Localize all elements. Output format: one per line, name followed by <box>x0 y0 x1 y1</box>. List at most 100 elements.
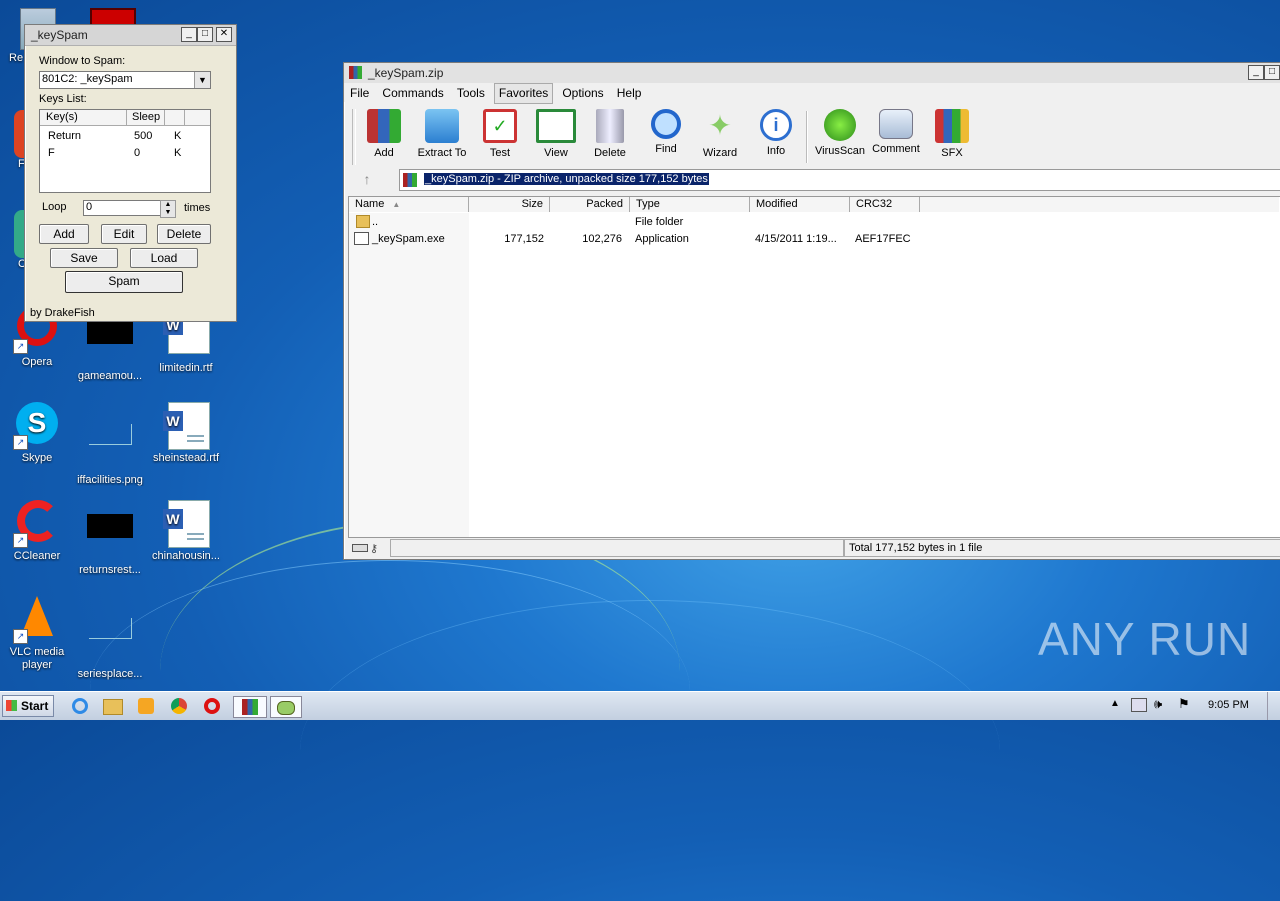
desktop-icon-skype[interactable]: S ↗ Skype <box>0 402 74 464</box>
desktop-icon-ccleaner[interactable]: ↗ CCleaner <box>0 500 74 562</box>
volume-icon[interactable]: 🕪 <box>1154 696 1162 712</box>
keys-list[interactable]: Key(s) Sleep Return 500 K F 0 K <box>39 109 211 193</box>
toolbar-sfx-button[interactable]: SFX <box>922 109 982 159</box>
minimize-button[interactable]: _ <box>1248 65 1264 80</box>
list-item[interactable]: Return 500 K <box>46 130 206 144</box>
column-header-type[interactable]: Type <box>630 197 750 212</box>
times-label: times <box>184 202 211 214</box>
exe-file-icon <box>354 232 369 245</box>
toolbar-extract-button[interactable]: Extract To <box>412 109 472 159</box>
close-button[interactable]: ✕ <box>216 27 232 42</box>
delete-key-button[interactable]: Delete <box>157 224 211 244</box>
edit-key-button[interactable]: Edit <box>101 224 147 244</box>
virus-scan-icon <box>824 109 856 141</box>
taskbar-media-player[interactable] <box>134 696 158 716</box>
winrar-titlebar[interactable]: _keySpam.zip _ □ <box>344 63 1280 84</box>
show-hidden-icons-button[interactable]: ▲ <box>1110 698 1120 709</box>
image-thumbnail-icon <box>87 514 133 538</box>
taskbar-internet-explorer[interactable] <box>68 696 92 716</box>
loop-spinner[interactable]: ▲ ▼ <box>160 200 176 218</box>
chevron-down-icon[interactable]: ▼ <box>194 72 210 88</box>
shortcut-arrow-icon: ↗ <box>13 339 28 354</box>
folder-extract-icon <box>425 109 459 143</box>
column-header-name[interactable]: Name ▲ <box>349 197 469 212</box>
table-row[interactable]: .. File folder <box>352 215 952 231</box>
comment-icon <box>879 109 913 139</box>
table-row[interactable]: _keySpam.exe 177,152 102,276 Application… <box>352 232 952 248</box>
desktop-icon-vlc[interactable]: ↗ VLC media player <box>0 596 74 672</box>
toolbar-test-button[interactable]: ✓ Test <box>470 109 530 159</box>
keyspam-titlebar[interactable]: _keySpam _ □ ✕ <box>25 25 236 46</box>
toolbar-add-button[interactable]: Add <box>354 109 414 159</box>
keyspam-window[interactable]: _keySpam _ □ ✕ Window to Spam: 801C2: _k… <box>24 24 237 322</box>
chrome-icon <box>171 698 187 714</box>
maximize-button[interactable]: □ <box>197 27 213 42</box>
menu-help[interactable]: Help <box>613 84 646 103</box>
taskbar-explorer[interactable] <box>101 696 125 716</box>
opera-icon <box>204 698 220 714</box>
menu-tools[interactable]: Tools <box>453 84 489 103</box>
desktop-icon-sheinstead[interactable]: W sheinstead.rtf <box>149 402 223 464</box>
save-button[interactable]: Save <box>50 248 118 268</box>
toolbar-info-button[interactable]: i Info <box>746 109 806 157</box>
book-view-icon <box>536 109 576 143</box>
start-button[interactable]: Start <box>2 695 54 717</box>
wallpaper-streak <box>160 520 680 822</box>
media-player-icon <box>138 698 154 714</box>
sfx-box-icon <box>935 109 969 143</box>
column-header-crc32[interactable]: CRC32 <box>850 197 920 212</box>
maximize-button[interactable]: □ <box>1264 65 1280 80</box>
status-text: Total 177,152 bytes in 1 file <box>844 539 1280 557</box>
keys-list-header: Key(s) Sleep <box>40 110 210 126</box>
toolbar-find-button[interactable]: Find <box>636 109 696 155</box>
author-footer: by DrakeFish <box>30 307 95 319</box>
show-desktop-button[interactable] <box>1267 692 1280 720</box>
column-header-size[interactable]: Size <box>469 197 550 212</box>
drive-icon <box>352 544 368 552</box>
desktop-icon-seriesplace[interactable]: seriesplace... <box>73 596 147 680</box>
image-thumbnail-icon <box>88 424 132 445</box>
column-header-packed[interactable]: Packed <box>550 197 630 212</box>
toolbar-view-button[interactable]: View <box>526 109 586 159</box>
winrar-window[interactable]: _keySpam.zip _ □ File Commands Tools Fav… <box>343 62 1280 560</box>
desktop-icon-iffacilities[interactable]: iffacilities.png <box>73 402 147 486</box>
minimize-button[interactable]: _ <box>181 27 197 42</box>
load-button[interactable]: Load <box>130 248 198 268</box>
toolbar-wizard-button[interactable]: ✦ Wizard <box>690 109 750 159</box>
toolbar-delete-button[interactable]: Delete <box>580 109 640 159</box>
trash-icon <box>596 109 624 143</box>
menu-file[interactable]: File <box>346 84 373 103</box>
desktop-icon-returnsrest[interactable]: returnsrest... <box>73 500 147 576</box>
taskbar-opera[interactable] <box>200 696 224 716</box>
up-one-level-button[interactable]: ↑ <box>358 169 376 189</box>
key-icon: ⚷ <box>370 543 379 555</box>
taskbar-keyspam[interactable] <box>270 696 302 718</box>
list-item[interactable]: F 0 K <box>46 147 206 161</box>
toolbar-comment-button[interactable]: Comment <box>866 109 926 155</box>
clock[interactable]: 9:05 PM <box>1208 699 1249 711</box>
taskbar-chrome[interactable] <box>167 696 191 716</box>
column-header-modified[interactable]: Modified <box>750 197 850 212</box>
add-key-button[interactable]: Add <box>39 224 89 244</box>
network-icon[interactable] <box>1131 698 1147 712</box>
address-bar[interactable]: _keySpam.zip - ZIP archive, unpacked siz… <box>399 169 1280 191</box>
shortcut-arrow-icon: ↗ <box>13 533 28 548</box>
windows-logo-icon <box>6 700 17 711</box>
spam-button[interactable]: Spam <box>65 271 183 293</box>
clipboard-check-icon: ✓ <box>483 109 517 143</box>
toolbar-virusscan-button[interactable]: VirusScan <box>810 109 870 157</box>
column-header-keys[interactable]: Key(s) <box>46 111 78 123</box>
desktop-icon-chinahousin[interactable]: W chinahousin... <box>149 500 223 562</box>
menu-options[interactable]: Options <box>558 84 607 103</box>
folder-icon <box>356 215 370 228</box>
menu-commands[interactable]: Commands <box>378 84 447 103</box>
loop-input[interactable]: 0 <box>83 200 161 216</box>
window-select[interactable]: 801C2: _keySpam ▼ <box>39 71 211 89</box>
info-icon: i <box>760 109 792 141</box>
wallpaper-streak <box>300 600 1000 901</box>
taskbar-winrar[interactable] <box>233 696 267 718</box>
column-header-sleep[interactable]: Sleep <box>132 111 160 123</box>
flag-icon[interactable]: ⚑ <box>1178 696 1190 712</box>
menu-favorites[interactable]: Favorites <box>493 83 554 104</box>
image-thumbnail-icon <box>87 320 133 344</box>
